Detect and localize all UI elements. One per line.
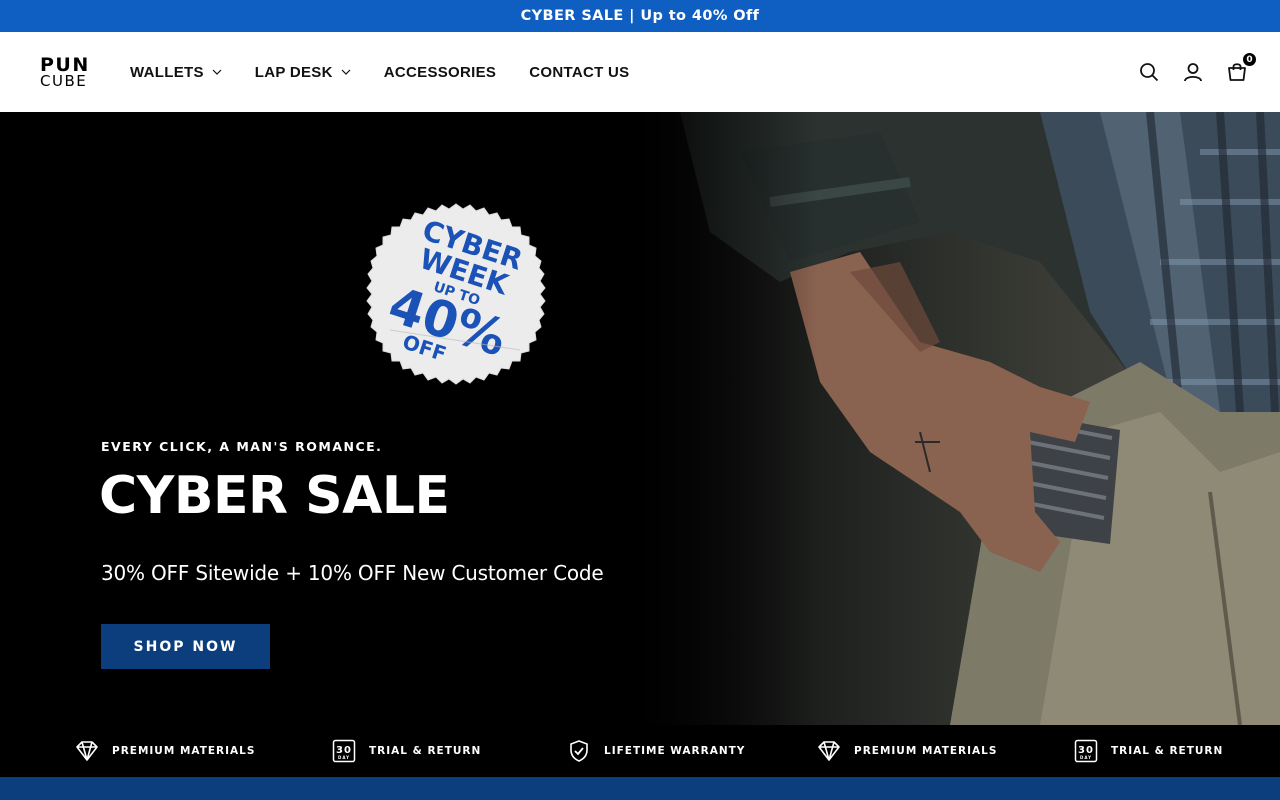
feature-item: 30 DAY TRIAL & RETURN xyxy=(332,725,481,777)
shop-now-button[interactable]: SHOP NOW xyxy=(101,624,270,669)
hero-subtitle: 30% OFF Sitewide + 10% OFF New Customer … xyxy=(101,561,604,585)
30-day-icon: 30 DAY xyxy=(1074,739,1098,763)
search-icon[interactable] xyxy=(1138,61,1160,83)
nav-item-label: CONTACT US xyxy=(529,63,630,81)
chevron-down-icon xyxy=(341,67,351,77)
main-nav: WALLETS LAP DESK ACCESSORIES CONTACT US xyxy=(130,64,662,81)
site-header: PUN CUBE WALLETS LAP DESK ACCESSORIES CO… xyxy=(0,32,1280,112)
feature-item: LIFETIME WARRANTY xyxy=(567,725,745,777)
feature-item: 30 DAY TRIAL & RETURN xyxy=(1074,725,1223,777)
account-icon[interactable] xyxy=(1182,61,1204,83)
cart-icon[interactable]: 0 xyxy=(1226,53,1256,83)
hero-eyebrow: EVERY CLICK, A MAN'S ROMANCE. xyxy=(101,439,383,454)
logo-line2: CUBE xyxy=(40,71,88,90)
feature-label: TRIAL & RETURN xyxy=(369,745,482,757)
nav-item-contact-us[interactable]: CONTACT US xyxy=(529,64,629,81)
hero-title: CYBER SALE xyxy=(99,466,450,526)
header-actions: 0 xyxy=(1116,32,1256,112)
hero-photo xyxy=(620,112,1280,725)
cyber-week-badge: CYBER WEEK UP TO 40% OFF xyxy=(366,203,546,385)
shield-check-icon xyxy=(567,739,591,763)
feature-item: PREMIUM MATERIALS xyxy=(75,725,255,777)
feature-label: PREMIUM MATERIALS xyxy=(854,745,998,757)
svg-text:DAY: DAY xyxy=(1080,755,1092,760)
diamond-icon xyxy=(817,739,841,763)
feature-item: PREMIUM MATERIALS xyxy=(817,725,997,777)
announcement-text: CYBER SALE | Up to 40% Off xyxy=(520,8,760,24)
feature-label: LIFETIME WARRANTY xyxy=(604,745,746,757)
features-strip: PREMIUM MATERIALS 30 DAY TRIAL & RETURN L… xyxy=(0,725,1280,777)
feature-label: TRIAL & RETURN xyxy=(1111,745,1224,757)
svg-text:DAY: DAY xyxy=(338,755,350,760)
announcement-bar: CYBER SALE | Up to 40% Off xyxy=(0,0,1280,32)
cart-count-badge: 0 xyxy=(1243,53,1256,66)
next-section-edge xyxy=(0,777,1280,800)
nav-item-lap-desk[interactable]: LAP DESK xyxy=(255,64,351,81)
hero-banner: CYBER WEEK UP TO 40% OFF EVERY CLICK, A … xyxy=(0,112,1280,725)
nav-item-label: WALLETS xyxy=(130,63,204,81)
nav-item-wallets[interactable]: WALLETS xyxy=(130,64,222,81)
nav-item-accessories[interactable]: ACCESSORIES xyxy=(384,64,497,81)
chevron-down-icon xyxy=(212,67,222,77)
logo[interactable]: PUN CUBE xyxy=(40,55,90,90)
diamond-icon xyxy=(75,739,99,763)
nav-item-label: ACCESSORIES xyxy=(383,63,497,81)
30-day-icon: 30 DAY xyxy=(332,739,356,763)
nav-item-label: LAP DESK xyxy=(254,63,333,81)
feature-label: PREMIUM MATERIALS xyxy=(112,745,256,757)
